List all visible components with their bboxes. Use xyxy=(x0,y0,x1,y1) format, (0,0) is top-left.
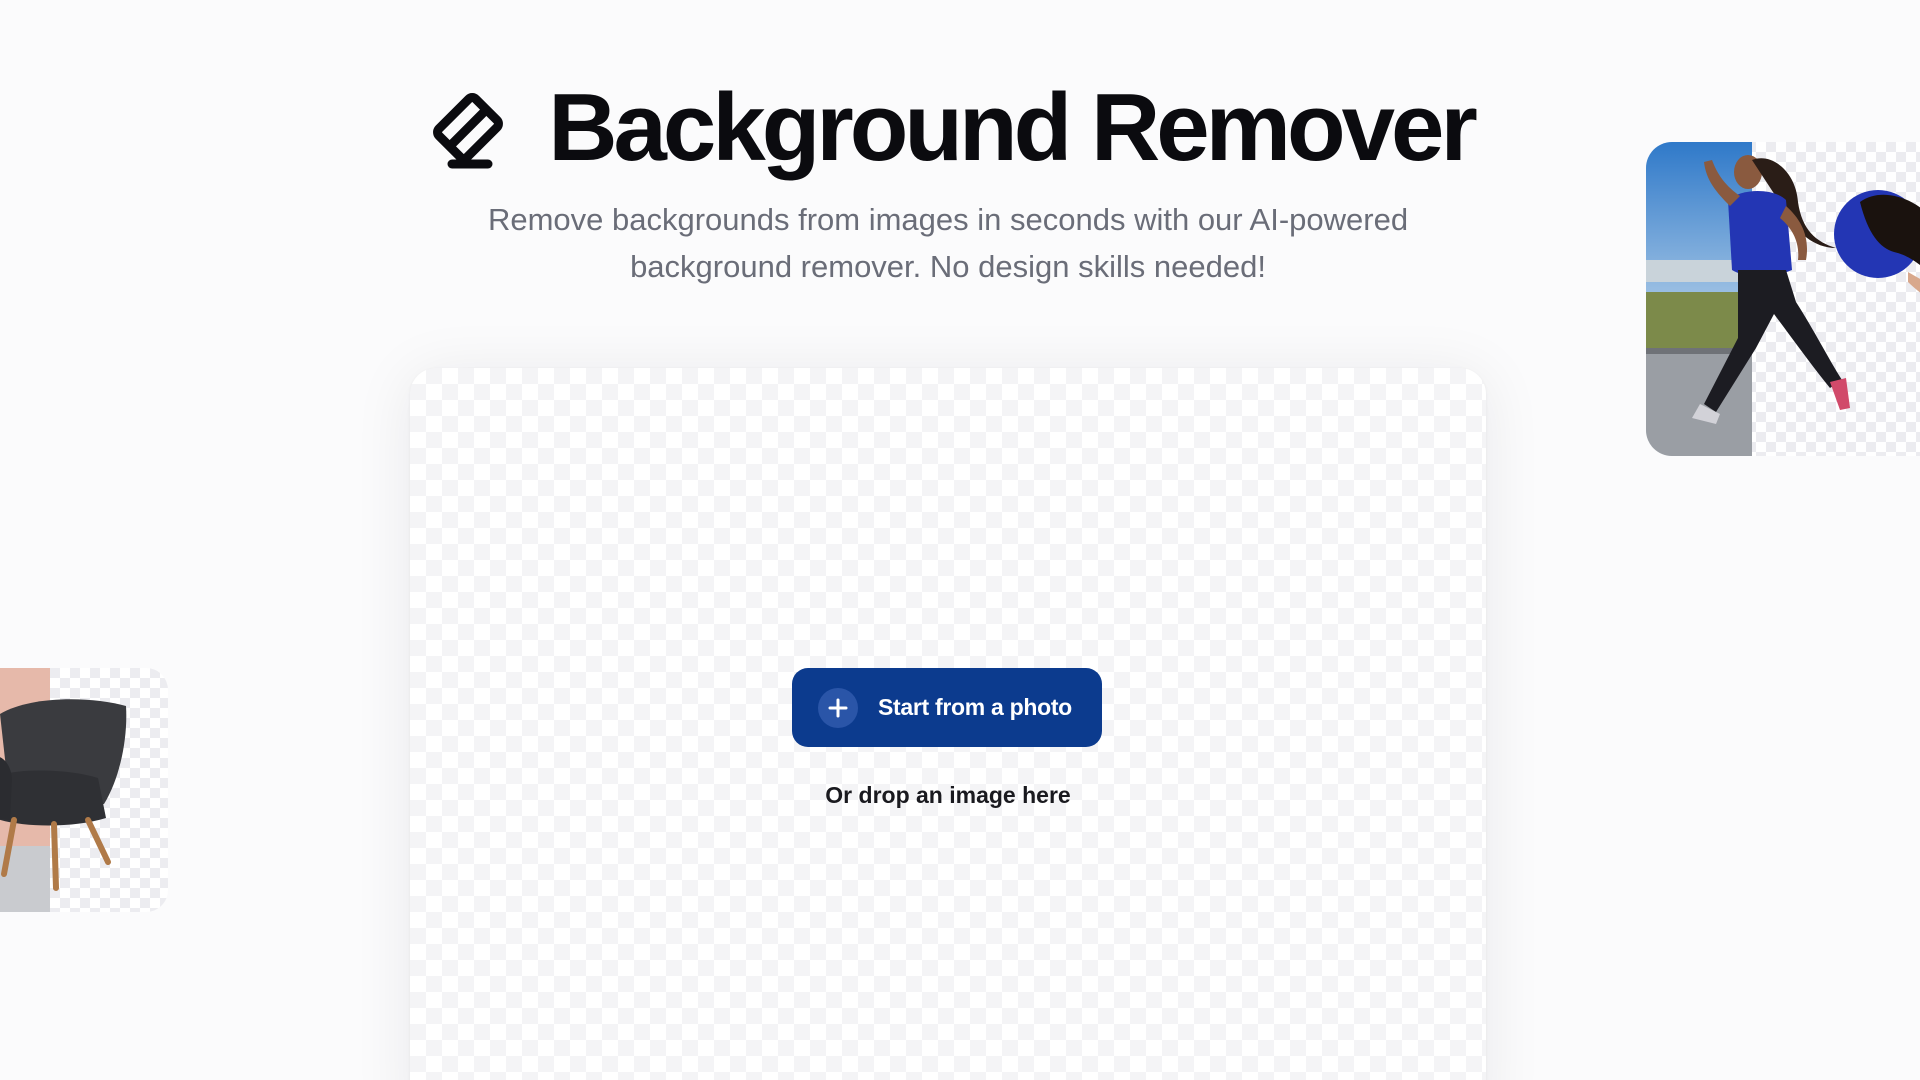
example-image-runner[interactable] xyxy=(1646,142,1920,456)
start-from-photo-button[interactable]: Start from a photo xyxy=(792,668,1102,747)
eraser-icon xyxy=(422,82,514,174)
start-from-photo-label: Start from a photo xyxy=(878,694,1072,720)
subtitle-line-1: Remove backgrounds from images in second… xyxy=(487,202,1409,237)
page-subtitle: Remove backgrounds from images in second… xyxy=(0,196,1896,290)
hero-heading: Background Remover xyxy=(0,80,1896,176)
example-image-armchair[interactable] xyxy=(0,668,168,912)
page: Background Remover Remove backgrounds fr… xyxy=(0,0,1920,1080)
page-title: Background Remover xyxy=(548,74,1478,181)
plus-icon xyxy=(818,687,858,728)
subtitle-line-2: background remover. No design skills nee… xyxy=(630,249,1266,284)
drop-image-hint: Or drop an image here xyxy=(825,782,1071,808)
